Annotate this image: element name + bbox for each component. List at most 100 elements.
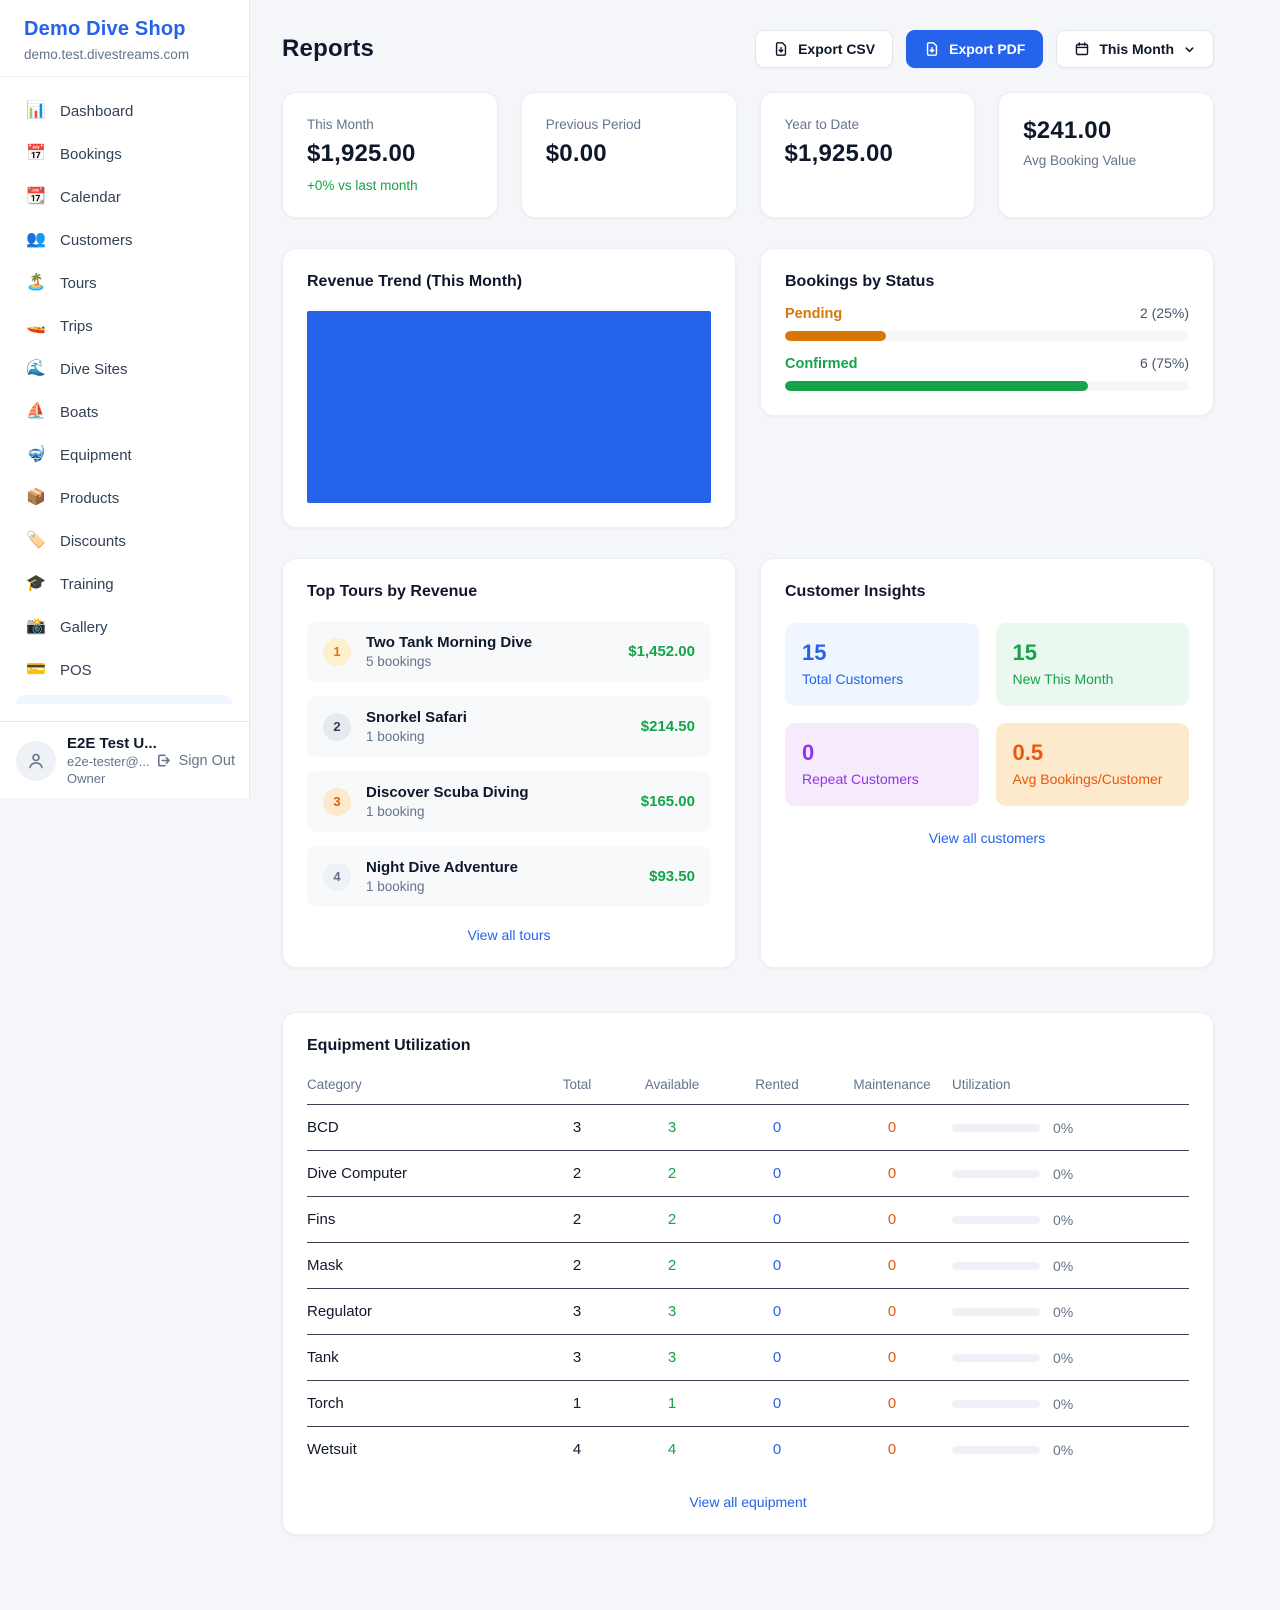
speedboat-icon: 🚤 (26, 318, 46, 334)
period-dropdown[interactable]: This Month (1056, 30, 1214, 68)
table-row: Torch 1 1 0 0 0% (307, 1381, 1189, 1427)
stat-delta: +0% vs last month (307, 178, 473, 193)
sidebar-item-bookings[interactable]: 📅 Bookings (12, 136, 237, 172)
view-all-tours-link[interactable]: View all tours (307, 927, 711, 943)
tile-value: 0.5 (1013, 740, 1173, 766)
view-all-customers-link[interactable]: View all customers (785, 830, 1189, 846)
stat-card-year-to-date: Year to Date $1,925.00 (760, 92, 976, 218)
stat-label: This Month (307, 117, 473, 132)
insight-grid: 15 Total Customers 15 New This Month 0 R… (785, 623, 1189, 806)
status-row-confirmed: Confirmed 6 (75%) (785, 355, 1189, 372)
tour-info: Night Dive Adventure 1 booking (366, 859, 634, 894)
equipment-category: Mask (307, 1257, 532, 1274)
tour-row: 3 Discover Scuba Diving 1 booking $165.0… (307, 771, 711, 832)
sidebar-item-label: Customers (60, 232, 133, 249)
tour-revenue: $1,452.00 (628, 643, 695, 660)
utilization-bar-track (952, 1446, 1040, 1454)
col-maintenance: Maintenance (832, 1077, 952, 1092)
calendar-icon: 📆 (26, 189, 46, 205)
col-total: Total (532, 1077, 622, 1092)
equipment-total: 2 (532, 1211, 622, 1228)
graduation-cap-icon: 🎓 (26, 576, 46, 592)
equipment-utilization-cell: 0% (952, 1442, 1189, 1458)
status-label: Pending (785, 306, 842, 322)
sign-out-button[interactable]: Sign Out (155, 752, 235, 769)
revenue-trend-chart (307, 311, 711, 503)
sidebar-item-calendar[interactable]: 📆 Calendar (12, 179, 237, 215)
customers-icon: 👥 (26, 232, 46, 248)
stat-label: Year to Date (785, 117, 951, 132)
sidebar-item-gallery[interactable]: 📸 Gallery (12, 609, 237, 645)
sidebar-item-trips[interactable]: 🚤 Trips (12, 308, 237, 344)
tile-value: 15 (802, 640, 962, 666)
equipment-total: 1 (532, 1395, 622, 1412)
sidebar: Demo Dive Shop demo.test.divestreams.com… (0, 0, 250, 798)
equipment-total: 3 (532, 1303, 622, 1320)
package-icon: 📦 (26, 490, 46, 506)
equipment-available: 2 (622, 1165, 722, 1182)
sidebar-item-customers[interactable]: 👥 Customers (12, 222, 237, 258)
export-pdf-button[interactable]: Export PDF (906, 30, 1043, 68)
sidebar-item-label: POS (60, 662, 92, 679)
pending-bar-track (785, 331, 1189, 341)
sidebar-item-reports-partial[interactable] (16, 695, 233, 704)
utilization-bar-track (952, 1400, 1040, 1408)
utilization-percent: 0% (1053, 1304, 1073, 1320)
charts-row: Revenue Trend (This Month) Bookings by S… (282, 248, 1214, 528)
sidebar-item-dashboard[interactable]: 📊 Dashboard (12, 93, 237, 129)
tour-info: Discover Scuba Diving 1 booking (366, 784, 626, 819)
utilization-bar-track (952, 1170, 1040, 1178)
equipment-utilization-cell: 0% (952, 1166, 1189, 1182)
file-download-icon (773, 41, 789, 57)
export-csv-button[interactable]: Export CSV (755, 30, 893, 68)
equipment-utilization-cell: 0% (952, 1212, 1189, 1228)
sidebar-item-label: Gallery (60, 619, 108, 636)
revenue-trend-title: Revenue Trend (This Month) (307, 273, 711, 291)
tour-row: 1 Two Tank Morning Dive 5 bookings $1,45… (307, 621, 711, 682)
equipment-rented: 0 (722, 1349, 832, 1366)
sidebar-item-equipment[interactable]: 🤿 Equipment (12, 437, 237, 473)
user-role: Owner (67, 771, 144, 786)
user-name: E2E Test U... (67, 735, 144, 752)
equipment-table: Category Total Available Rented Maintena… (307, 1077, 1189, 1472)
sidebar-item-tours[interactable]: 🏝️ Tours (12, 265, 237, 301)
tour-revenue: $165.00 (641, 793, 695, 810)
user-section: E2E Test U... e2e-tester@... Owner Sign … (0, 721, 249, 798)
tour-info: Snorkel Safari 1 booking (366, 709, 626, 744)
sidebar-item-boats[interactable]: ⛵ Boats (12, 394, 237, 430)
equipment-available: 3 (622, 1349, 722, 1366)
top-tours-card: Top Tours by Revenue 1 Two Tank Morning … (282, 558, 736, 968)
equipment-category: Torch (307, 1395, 532, 1412)
stat-value: $241.00 (1023, 117, 1189, 145)
equipment-maintenance: 0 (832, 1119, 952, 1136)
utilization-percent: 0% (1053, 1166, 1073, 1182)
tile-value: 15 (1013, 640, 1173, 666)
status-count: 6 (75%) (1140, 355, 1189, 371)
utilization-bar-track (952, 1308, 1040, 1316)
sidebar-item-products[interactable]: 📦 Products (12, 480, 237, 516)
view-all-equipment-link[interactable]: View all equipment (307, 1494, 1189, 1510)
file-download-icon (924, 41, 940, 57)
sidebar-item-training[interactable]: 🎓 Training (12, 566, 237, 602)
utilization-bar-track (952, 1354, 1040, 1362)
rank-badge: 3 (323, 788, 351, 816)
tour-list: 1 Two Tank Morning Dive 5 bookings $1,45… (307, 621, 711, 907)
tile-label: Total Customers (802, 671, 962, 687)
sidebar-item-dive-sites[interactable]: 🌊 Dive Sites (12, 351, 237, 387)
col-rented: Rented (722, 1077, 832, 1092)
tile-label: Repeat Customers (802, 771, 962, 787)
sidebar-item-label: Bookings (60, 146, 122, 163)
table-row: Tank 3 3 0 0 0% (307, 1335, 1189, 1381)
mid-row: Top Tours by Revenue 1 Two Tank Morning … (282, 558, 1214, 968)
calendar-icon (1074, 41, 1090, 57)
equipment-category: Dive Computer (307, 1165, 532, 1182)
equipment-rented: 0 (722, 1257, 832, 1274)
bookings-by-status-card: Bookings by Status Pending 2 (25%) Confi… (760, 248, 1214, 416)
dive-mask-icon: 🤿 (26, 447, 46, 463)
stat-label: Previous Period (546, 117, 712, 132)
sidebar-item-pos[interactable]: 💳 POS (12, 652, 237, 688)
wave-icon: 🌊 (26, 361, 46, 377)
equipment-utilization-card: Equipment Utilization Category Total Ava… (282, 1012, 1214, 1535)
dashboard-icon: 📊 (26, 103, 46, 119)
sidebar-item-discounts[interactable]: 🏷️ Discounts (12, 523, 237, 559)
